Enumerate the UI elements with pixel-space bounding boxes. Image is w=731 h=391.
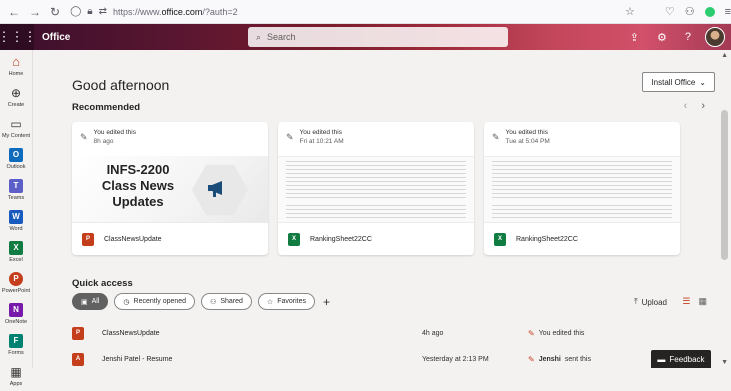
permissions-icon: ⇄ <box>98 6 107 17</box>
forward-icon[interactable]: → <box>29 5 41 19</box>
pencil-icon: ✎ <box>528 354 535 364</box>
share-icon[interactable]: ⇪ <box>630 31 639 44</box>
search-placeholder: Search <box>267 32 296 42</box>
scrollbar[interactable]: ▲ ▼ <box>717 50 731 368</box>
rail-item-create[interactable]: ⊕ Create <box>0 81 32 112</box>
teams-icon: T <box>9 178 23 193</box>
rail-item-apps[interactable]: ▦ Apps <box>0 360 32 391</box>
greeting: Good afternoon <box>72 77 170 93</box>
extension-icon[interactable] <box>704 6 715 17</box>
file-thumbnail: INFS-2200 Class News Updates <box>72 156 268 222</box>
rail-item-forms[interactable]: F Forms <box>0 329 32 360</box>
home-icon: ⌂ <box>12 54 20 69</box>
star-icon: ☆ <box>266 298 274 306</box>
clock-icon: ◷ <box>123 298 130 306</box>
rail-item-outlook[interactable]: O Outlook <box>0 143 32 174</box>
onenote-icon: N <box>9 302 23 317</box>
rail-item-excel[interactable]: X Excel <box>0 236 32 267</box>
main-content: Good afternoon Install Office ⌄ Recommen… <box>34 50 717 368</box>
recommended-title: Recommended <box>72 102 141 113</box>
chevron-right-icon[interactable]: › <box>701 100 705 112</box>
scroll-down-icon[interactable]: ▼ <box>721 359 728 366</box>
file-thumbnail <box>278 156 474 222</box>
comment-icon: ▬ <box>657 354 666 364</box>
add-filter-icon[interactable]: + <box>323 295 330 309</box>
rail-item-word[interactable]: W Word <box>0 205 32 236</box>
reload-icon[interactable]: ↻ <box>50 5 60 19</box>
pencil-icon: ✎ <box>492 132 500 142</box>
file-thumbnail <box>484 156 680 222</box>
filter-favorites[interactable]: ☆ Favorites <box>257 293 315 310</box>
lock-icon: 🔒︎ <box>87 6 93 17</box>
quick-access-title: Quick access <box>72 278 133 289</box>
menu-icon[interactable]: ≡ <box>725 6 731 18</box>
rail-item-powerpoint[interactable]: P PowerPoint <box>0 267 32 298</box>
plus-circle-icon: ⊕ <box>10 85 22 100</box>
help-icon[interactable]: ? <box>685 31 691 43</box>
powerpoint-icon: P <box>9 271 23 286</box>
upload-button[interactable]: ⤒ Upload <box>634 297 667 307</box>
people-icon: ⚇ <box>210 298 217 306</box>
settings-icon[interactable]: ⚙ <box>657 31 667 44</box>
excel-icon: X <box>9 240 23 255</box>
filter-shared[interactable]: ⚇ Shared <box>201 293 252 310</box>
pocket-icon[interactable]: ♡ <box>665 5 675 18</box>
install-office-button[interactable]: Install Office ⌄ <box>642 72 715 92</box>
recommended-card[interactable]: ✎ You edited this Fri at 10:21 AM X Rank… <box>278 122 474 255</box>
app-rail: ⌂ Home ⊕ Create ▭ My Content O Outlook T… <box>0 50 33 387</box>
office-header: ⋮⋮⋮ Office ⌕ Search ⇪ ⚙ ? <box>0 24 731 50</box>
search-icon: ⌕ <box>256 31 262 42</box>
filter-all[interactable]: ▣ All <box>72 293 109 310</box>
megaphone-icon <box>208 181 222 197</box>
file-icon: ▣ <box>81 298 88 306</box>
list-view-icon[interactable]: ☰ <box>682 296 690 307</box>
file-name: RankingSheet22CC <box>310 235 372 243</box>
file-name: ClassNewsUpdate <box>104 235 162 243</box>
search-box[interactable]: ⌕ Search <box>248 27 508 47</box>
address-bar[interactable]: ◯ 🔒︎ ⇄ https://www.office.com/?auth=2 ☆ <box>70 5 635 18</box>
office-brand[interactable]: Office <box>42 32 70 43</box>
app-launcher-icon[interactable]: ⋮⋮⋮ <box>0 24 37 50</box>
grid-view-icon[interactable]: ▦ <box>698 296 707 307</box>
pdf-file-icon: A <box>72 352 84 366</box>
feedback-button[interactable]: ▬ Feedback <box>651 350 711 368</box>
filter-recently-opened[interactable]: ◷ Recently opened <box>114 293 196 310</box>
apps-icon: ▦ <box>10 364 22 379</box>
file-name: RankingSheet22CC <box>516 235 578 243</box>
pencil-icon: ✎ <box>80 132 88 142</box>
scroll-thumb[interactable] <box>721 110 728 260</box>
pencil-icon: ✎ <box>286 132 294 142</box>
recommended-card[interactable]: ✎ You edited this Tue at 5:04 PM X Ranki… <box>484 122 680 255</box>
list-item[interactable]: P ClassNewsUpdate 4h ago ✎ You edited th… <box>72 322 712 344</box>
scroll-up-icon[interactable]: ▲ <box>721 52 728 59</box>
excel-file-icon: X <box>494 232 506 246</box>
powerpoint-file-icon: P <box>82 232 94 246</box>
excel-file-icon: X <box>288 232 300 246</box>
powerpoint-file-icon: P <box>72 326 84 340</box>
upload-icon: ⤒ <box>634 297 638 306</box>
word-icon: W <box>9 209 23 224</box>
forms-icon: F <box>9 333 23 348</box>
rail-item-onenote[interactable]: N OneNote <box>0 298 32 329</box>
rail-item-my-content[interactable]: ▭ My Content <box>0 112 32 143</box>
folder-icon: ▭ <box>10 116 22 131</box>
rail-item-teams[interactable]: T Teams <box>0 174 32 205</box>
chevron-left-icon[interactable]: ‹ <box>684 100 688 112</box>
chevron-down-icon: ⌄ <box>699 77 706 87</box>
account-icon[interactable]: ⚇ <box>685 5 695 18</box>
shield-icon: ◯ <box>70 6 82 17</box>
back-icon[interactable]: ← <box>8 5 20 19</box>
url-text: https://www.office.com/?auth=2 <box>112 6 238 17</box>
browser-toolbar: ← → ↻ ◯ 🔒︎ ⇄ https://www.office.com/?aut… <box>0 0 731 24</box>
outlook-icon: O <box>9 147 23 162</box>
bookmark-star-icon[interactable]: ☆ <box>625 5 635 18</box>
list-item[interactable]: A Jenshi Patel - Resume Yesterday at 2:1… <box>72 348 712 370</box>
recommended-card[interactable]: ✎ You edited this 8h ago INFS-2200 Class… <box>72 122 268 255</box>
avatar[interactable] <box>705 27 725 47</box>
rail-item-home[interactable]: ⌂ Home <box>0 50 32 81</box>
pencil-icon: ✎ <box>528 328 535 338</box>
